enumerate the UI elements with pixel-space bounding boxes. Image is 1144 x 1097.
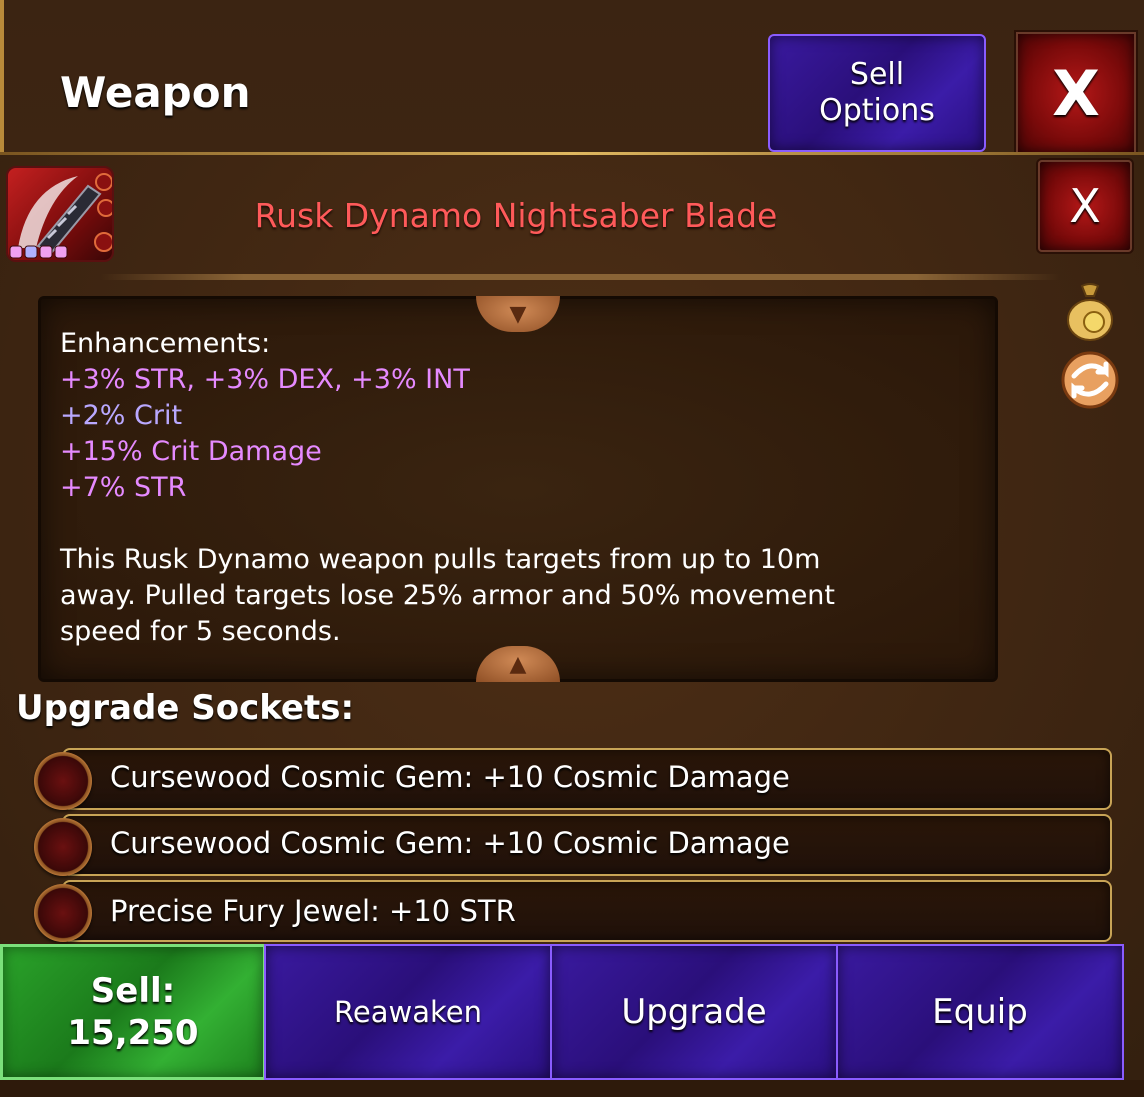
- bottom-strip: [0, 1080, 1144, 1097]
- equip-button[interactable]: Equip: [836, 944, 1124, 1080]
- fury-jewel-icon: [34, 884, 92, 942]
- chevron-down-icon: ▼: [509, 301, 527, 327]
- enhancement-line: +3% STR, +3% DEX, +3% INT: [60, 364, 470, 395]
- close-window-button[interactable]: X: [1016, 32, 1136, 154]
- enhancement-line: +7% STR: [60, 472, 187, 503]
- item-divider: [100, 274, 1060, 280]
- socket-label: Cursewood Cosmic Gem: +10 Cosmic Damage: [110, 760, 790, 794]
- cosmic-gem-icon: [34, 818, 92, 876]
- sell-options-button[interactable]: Sell Options: [768, 34, 986, 152]
- close-item-button[interactable]: X: [1038, 160, 1132, 252]
- flavor-text: This Rusk Dynamo weapon pulls targets fr…: [60, 544, 836, 647]
- sockets-title: Upgrade Sockets:: [16, 688, 355, 728]
- socket-label: Cursewood Cosmic Gem: +10 Cosmic Damage: [110, 826, 790, 860]
- item-detail-screen: Weapon Sell Options X Rusk Dynamo Nights…: [0, 0, 1144, 1097]
- upgrade-button[interactable]: Upgrade: [550, 944, 838, 1080]
- cosmic-gem-icon: [34, 752, 92, 810]
- swap-icon-art: [1061, 351, 1119, 409]
- window-title: Weapon: [60, 68, 251, 117]
- item-name: Rusk Dynamo Nightsaber Blade: [254, 196, 778, 235]
- sell-button[interactable]: Sell: 15,250: [0, 944, 266, 1080]
- enhancement-line: +15% Crit Damage: [60, 436, 322, 467]
- description-text: Enhancements: +3% STR, +3% DEX, +3% INT …: [60, 326, 960, 650]
- moneybag-icon[interactable]: [1062, 282, 1118, 341]
- swap-icon[interactable]: [1060, 350, 1119, 409]
- enhancements-title: Enhancements:: [60, 328, 271, 359]
- enhancement-line: +2% Crit: [60, 400, 183, 431]
- socket-label: Precise Fury Jewel: +10 STR: [110, 894, 516, 928]
- chevron-up-icon: ▲: [509, 651, 527, 677]
- reawaken-button[interactable]: Reawaken: [264, 944, 552, 1080]
- moneybag-icon-art: [1067, 283, 1113, 341]
